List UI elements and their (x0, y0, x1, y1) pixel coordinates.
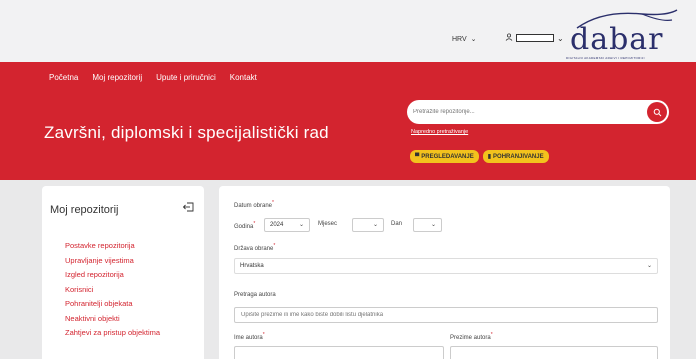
user-icon (505, 33, 513, 43)
chevron-down-icon: ⌄ (557, 33, 564, 43)
author-last-name-input[interactable] (450, 346, 658, 359)
required-mark: * (490, 332, 493, 338)
date-label-text: Datum obrane (234, 203, 273, 209)
country-label: Država obrane* (234, 243, 275, 252)
sidebar-item-repository-appearance[interactable]: Izgled repozitorija (65, 268, 160, 283)
main-form: Datum obrane* Godina* 2024 ⌄ Mjesec ⌄ Da… (219, 186, 670, 359)
day-label: Dan (391, 221, 403, 227)
search-box (407, 100, 669, 124)
sidebar-item-inactive-objects[interactable]: Neaktivni objekti (65, 312, 160, 327)
required-mark: * (273, 243, 276, 249)
search-button[interactable] (647, 102, 667, 122)
nav-item-guides[interactable]: Upute i priručnici (156, 73, 216, 82)
sidebar-item-repository-settings[interactable]: Postavke repozitorija (65, 239, 160, 254)
sign-out-icon[interactable] (182, 202, 194, 215)
logo-word: dabar (570, 22, 664, 57)
month-label: Mjesec (318, 221, 338, 227)
deposit-button-label: POHRANJIVANJE (493, 153, 544, 160)
author-first-name-label-text: Ime autora (234, 335, 263, 341)
user-menu[interactable]: ⌄ (505, 33, 564, 43)
sidebar-item-users[interactable]: Korisnici (65, 283, 160, 298)
country-label-text: Država obrane (234, 246, 274, 252)
search-icon (653, 108, 661, 116)
document-icon: ▮ (487, 154, 492, 160)
sidebar-item-access-requests[interactable]: Zahtjevi za pristup objektima (65, 326, 160, 341)
search-input[interactable] (413, 105, 633, 119)
dabar-logo[interactable]: dabar DIGITALNI AKADEMSKI ARHIVI I REPOZ… (564, 9, 684, 62)
briefcase-icon: ▀ (415, 153, 420, 160)
hero-banner: Početna Moj repozitorij Upute i priručni… (0, 62, 696, 180)
chevron-down-icon: ⌄ (470, 36, 477, 43)
action-buttons: ▀ PREGLEDAVANJE ▮ POHRANJIVANJE (410, 150, 549, 163)
browse-button-label: PREGLEDAVANJE (421, 153, 474, 160)
top-bar: HRV ⌄ ⌄ dabar DIGITALNI AKADEMSKI ARHIVI… (0, 0, 696, 62)
country-value: Hrvatska (240, 263, 264, 269)
author-first-name-label: Ime autora* (234, 332, 265, 341)
nav-item-home[interactable]: Početna (49, 73, 78, 82)
author-search-input[interactable] (234, 307, 658, 323)
chevron-down-icon: ⌄ (372, 222, 378, 228)
author-last-name-label: Prezime autora* (450, 332, 493, 341)
chevron-down-icon: ⌄ (298, 222, 304, 228)
deposit-button[interactable]: ▮ POHRANJIVANJE (482, 150, 549, 163)
author-first-name-input[interactable] (234, 346, 444, 359)
language-selector[interactable]: HRV ⌄ (452, 35, 477, 44)
advanced-search-link[interactable]: Napredno pretraživanje (411, 129, 468, 135)
sidebar-item-news-management[interactable]: Upravljanje vijestima (65, 254, 160, 269)
nav-item-contact[interactable]: Kontakt (230, 73, 257, 82)
country-select[interactable]: Hrvatska ⌄ (234, 258, 658, 274)
sidebar-title: Moj repozitorij (50, 204, 119, 216)
day-select[interactable]: ⌄ (413, 218, 442, 232)
date-label: Datum obrane* (234, 200, 274, 209)
required-mark: * (253, 221, 256, 227)
logo-subtitle: DIGITALNI AKADEMSKI ARHIVI I REPOZITORIJ… (566, 56, 645, 60)
nav-item-my-repository[interactable]: Moj repozitorij (92, 73, 142, 82)
chevron-down-icon: ⌄ (430, 222, 436, 228)
page-title: Završni, diplomski i specijalistički rad (44, 123, 329, 142)
month-select[interactable]: ⌄ (352, 218, 384, 232)
username-box (516, 34, 554, 42)
language-label: HRV (452, 35, 467, 43)
author-last-name-label-text: Prezime autora (450, 335, 491, 341)
browse-button[interactable]: ▀ PREGLEDAVANJE (410, 150, 479, 163)
sidebar-item-depositors[interactable]: Pohranitelji objekata (65, 297, 160, 312)
year-value: 2024 (270, 222, 284, 228)
sidebar-menu: Postavke repozitorija Upravljanje vijest… (65, 239, 160, 341)
required-mark: * (262, 332, 265, 338)
required-mark: * (272, 200, 274, 206)
main-nav: Početna Moj repozitorij Upute i priručni… (49, 73, 257, 82)
year-select[interactable]: 2024 ⌄ (264, 218, 310, 232)
year-label: Godina* (234, 221, 255, 230)
author-search-label: Pretraga autora (234, 292, 276, 298)
year-label-text: Godina (234, 224, 254, 230)
chevron-down-icon: ⌄ (646, 263, 652, 269)
sidebar: Moj repozitorij Postavke repozitorija Up… (42, 186, 204, 359)
